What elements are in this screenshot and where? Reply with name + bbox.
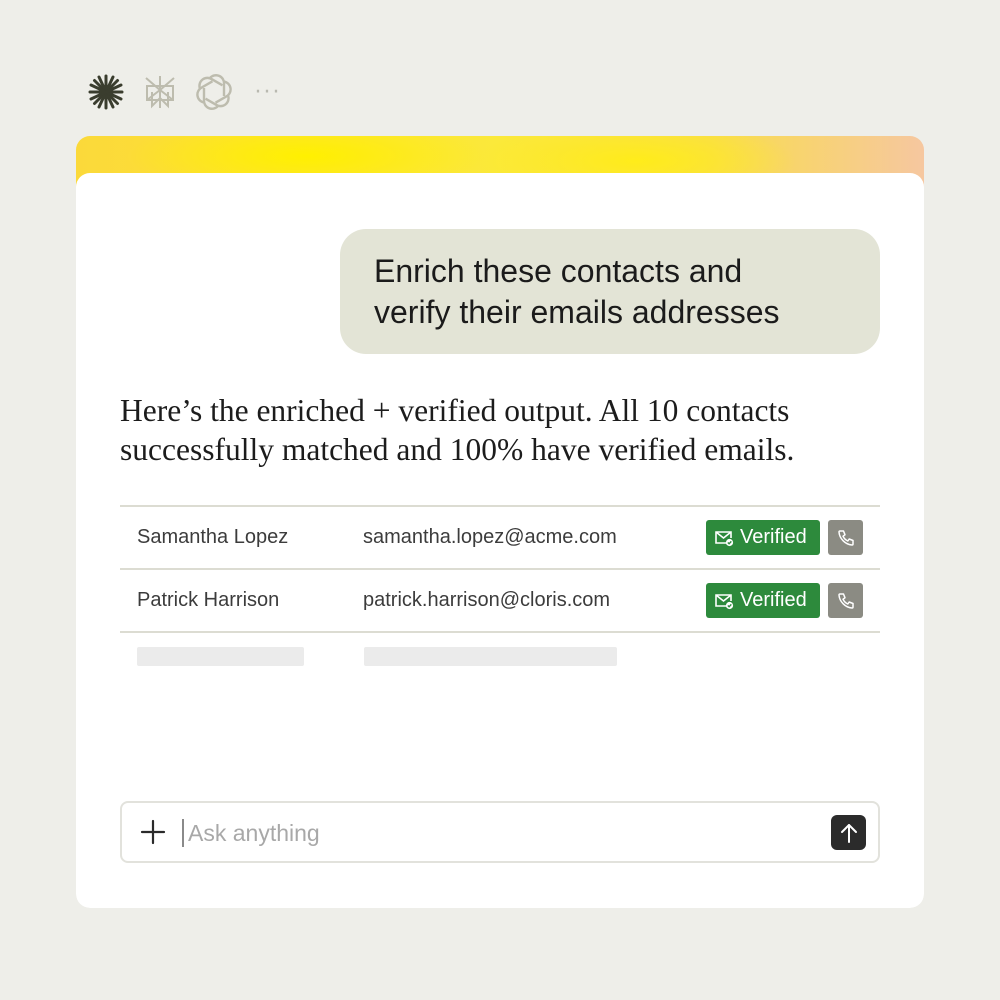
assistant-reply-line: Here’s the enriched + verified output. A… — [120, 393, 790, 428]
asterisk-icon[interactable] — [88, 74, 124, 110]
perplexity-icon[interactable] — [142, 74, 178, 110]
loading-placeholder — [137, 647, 304, 666]
verified-label: Verified — [740, 589, 807, 611]
contact-email: patrick.harrison@cloris.com — [363, 589, 611, 611]
arrow-up-icon — [840, 823, 857, 843]
loading-placeholder — [364, 647, 617, 666]
more-icon[interactable]: ··· — [250, 74, 286, 110]
call-button[interactable] — [828, 583, 863, 618]
contact-name: Patrick Harrison — [137, 589, 280, 611]
phone-icon — [837, 592, 854, 609]
send-button[interactable] — [831, 815, 866, 850]
verified-badge: Verified — [706, 520, 820, 555]
user-message-bubble: Enrich these contacts and verify their e… — [340, 229, 880, 354]
chat-window: Enrich these contacts and verify their e… — [76, 136, 924, 908]
assistant-reply: Here’s the enriched + verified output. A… — [120, 391, 890, 469]
plus-icon[interactable] — [140, 819, 166, 845]
chat-panel: Enrich these contacts and verify their e… — [76, 173, 924, 908]
openai-icon[interactable] — [196, 74, 232, 110]
user-message-line: verify their emails addresses — [374, 294, 780, 330]
assistant-reply-line: successfully matched and 100% have verif… — [120, 432, 795, 467]
call-button[interactable] — [828, 520, 863, 555]
chat-input-bar[interactable]: Ask anything — [120, 801, 880, 863]
table-row: Samantha Lopez samantha.lopez@acme.com V… — [120, 507, 880, 570]
mail-check-icon — [715, 593, 734, 609]
phone-icon — [837, 529, 854, 546]
more-label: ··· — [254, 79, 282, 105]
mail-check-icon — [715, 530, 734, 546]
verified-label: Verified — [740, 526, 807, 548]
user-message-line: Enrich these contacts and — [374, 253, 743, 289]
loading-row — [120, 633, 880, 683]
model-selector-icons: ··· — [88, 74, 286, 110]
chat-input-placeholder[interactable]: Ask anything — [188, 820, 320, 847]
text-caret — [182, 819, 184, 847]
contact-email: samantha.lopez@acme.com — [363, 526, 617, 548]
contacts-table: Samantha Lopez samantha.lopez@acme.com V… — [120, 505, 880, 683]
table-row: Patrick Harrison patrick.harrison@cloris… — [120, 570, 880, 633]
verified-badge: Verified — [706, 583, 820, 618]
contact-name: Samantha Lopez — [137, 526, 289, 548]
